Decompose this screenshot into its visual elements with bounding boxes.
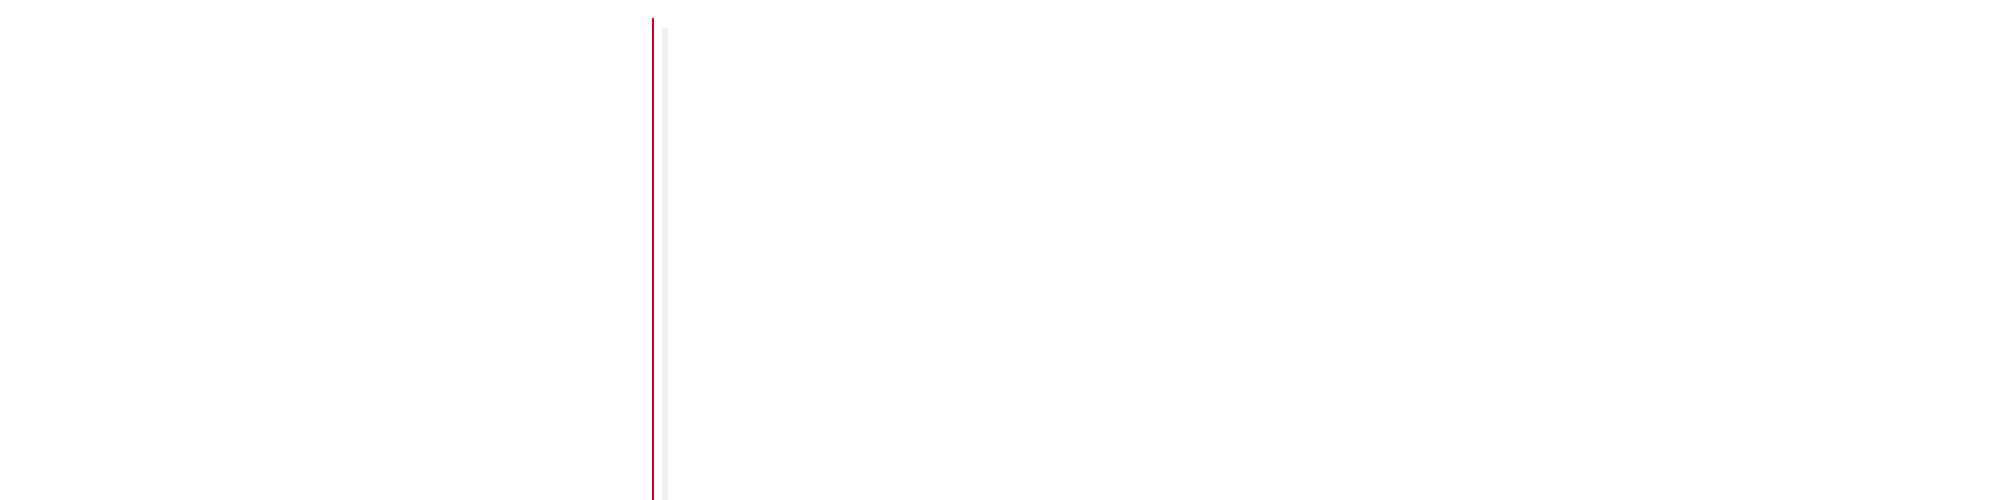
right-pane [668,0,2000,500]
page-canvas [0,0,2000,500]
split-divider-line[interactable] [652,18,654,500]
left-pane [0,0,652,500]
